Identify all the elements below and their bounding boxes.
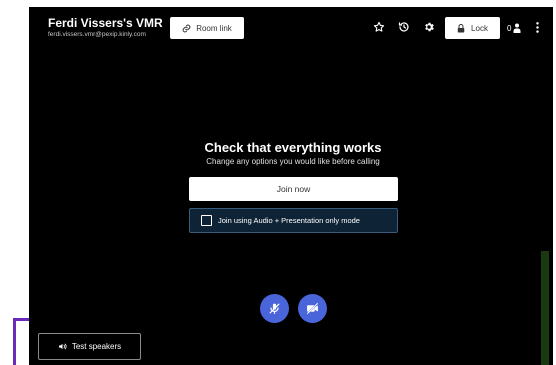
audio-only-checkbox[interactable]	[201, 215, 212, 226]
room-name: Ferdi Vissers's VMR	[48, 16, 163, 30]
kebab-menu-icon	[535, 21, 539, 33]
gear-icon	[425, 22, 434, 32]
person-icon	[513, 23, 521, 33]
room-uri: ferdi.vissers.vmr@pexip.kinly.com	[48, 31, 146, 38]
join-now-button[interactable]: Join now	[189, 177, 398, 201]
test-speakers-label: Test speakers	[71, 342, 122, 351]
room-link-button[interactable]: Room link	[170, 17, 244, 39]
history-icon	[398, 22, 409, 32]
audio-level-meter	[541, 251, 549, 365]
participants-button[interactable]: 0	[507, 21, 521, 35]
history-button[interactable]	[397, 20, 411, 34]
more-options-button[interactable]	[532, 20, 542, 34]
lock-icon	[457, 23, 465, 32]
room-link-label: Room link	[196, 23, 232, 33]
star-icon	[373, 21, 385, 32]
app-window: Ferdi Vissers's VMR ferdi.vissers.vmr@pe…	[29, 7, 553, 365]
page-title: Check that everything works	[204, 140, 382, 155]
settings-button[interactable]	[422, 20, 436, 34]
link-icon	[182, 24, 191, 32]
audio-only-option[interactable]: Join using Audio + Presentation only mod…	[189, 208, 398, 233]
toggle-camera-button[interactable]	[298, 294, 327, 323]
mute-microphone-button[interactable]	[260, 294, 289, 323]
lock-label: Lock	[471, 23, 488, 33]
audio-only-label: Join using Audio + Presentation only mod…	[218, 216, 360, 225]
top-bar: Ferdi Vissers's VMR ferdi.vissers.vmr@pe…	[29, 7, 553, 47]
favorite-button[interactable]	[372, 20, 386, 34]
speaker-icon	[58, 343, 67, 350]
participant-count: 0	[507, 23, 512, 33]
test-speakers-button[interactable]: Test speakers	[38, 333, 141, 360]
mic-muted-icon	[269, 303, 280, 314]
page-subtitle: Change any options you would like before…	[206, 157, 380, 166]
camera-off-icon	[306, 302, 319, 315]
lock-button[interactable]: Lock	[445, 17, 500, 39]
